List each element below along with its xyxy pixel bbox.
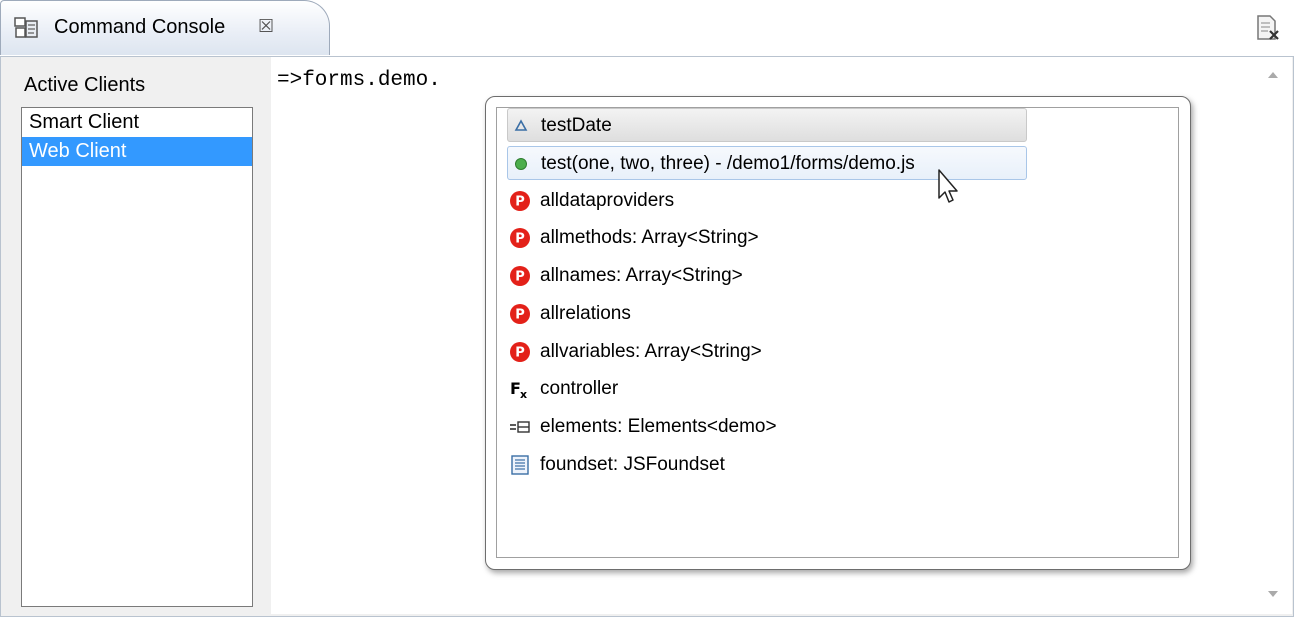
completion-item-label: testDate <box>541 115 612 136</box>
vertical-scrollbar[interactable] <box>1255 57 1292 614</box>
completion-item[interactable]: testDate <box>507 108 1027 142</box>
function-fx-icon: F x <box>510 379 527 400</box>
completion-item-label: allmethods: Array<String> <box>540 227 759 248</box>
completion-item-label: test(one, two, three) - /demo1/forms/dem… <box>541 153 915 174</box>
clients-list[interactable]: Smart Client Web Client <box>21 107 253 607</box>
scroll-down-arrow-icon[interactable] <box>1268 591 1278 597</box>
completion-popup: testDate test(one, two, three) - /demo1/… <box>485 96 1191 570</box>
tab-title: Command Console <box>54 16 226 38</box>
close-icon[interactable]: ☒ <box>258 16 274 37</box>
completion-item-label: controller <box>540 378 619 399</box>
svg-text:P: P <box>515 346 525 361</box>
completion-item-label: alldataproviders <box>540 190 675 211</box>
console-input-text[interactable]: =>forms.demo. <box>277 69 441 92</box>
completion-item-label: allnames: Array<String> <box>540 265 743 286</box>
svg-text:P: P <box>515 195 525 210</box>
active-clients-panel: Active Clients Smart Client Web Client <box>1 57 269 615</box>
green-dot-icon <box>515 158 527 170</box>
svg-text:P: P <box>515 308 525 323</box>
active-clients-label: Active Clients <box>24 74 146 96</box>
completion-item-label: foundset: JSFoundset <box>540 454 725 475</box>
triangle-icon <box>514 119 528 131</box>
elements-icon <box>510 421 530 433</box>
view-menu-icon[interactable] <box>1255 14 1281 42</box>
svg-text:x: x <box>520 388 527 400</box>
completion-item-label: elements: Elements<demo> <box>540 416 777 437</box>
scroll-up-arrow-icon[interactable] <box>1268 72 1278 78</box>
tab-command-console[interactable]: Command Console ☒ <box>0 0 330 55</box>
completion-item-label: allvariables: Array<String> <box>540 341 762 362</box>
client-item-smart[interactable]: Smart Client <box>22 108 252 137</box>
completion-list[interactable]: testDate test(one, two, three) - /demo1/… <box>496 107 1179 558</box>
property-p-icon: P <box>510 191 530 211</box>
completion-item[interactable]: test(one, two, three) - /demo1/forms/dem… <box>507 146 1027 180</box>
property-p-icon: P <box>510 228 530 248</box>
property-p-icon: P <box>510 304 530 324</box>
svg-text:P: P <box>515 232 525 247</box>
property-p-icon: P <box>510 342 530 362</box>
console-icon <box>14 17 38 38</box>
client-item-web[interactable]: Web Client <box>22 137 252 166</box>
completion-item-label: allrelations <box>540 303 631 324</box>
foundset-icon <box>511 455 529 475</box>
property-p-icon: P <box>510 266 530 286</box>
svg-text:P: P <box>515 270 525 285</box>
tab-bar: Command Console ☒ <box>0 0 1294 57</box>
